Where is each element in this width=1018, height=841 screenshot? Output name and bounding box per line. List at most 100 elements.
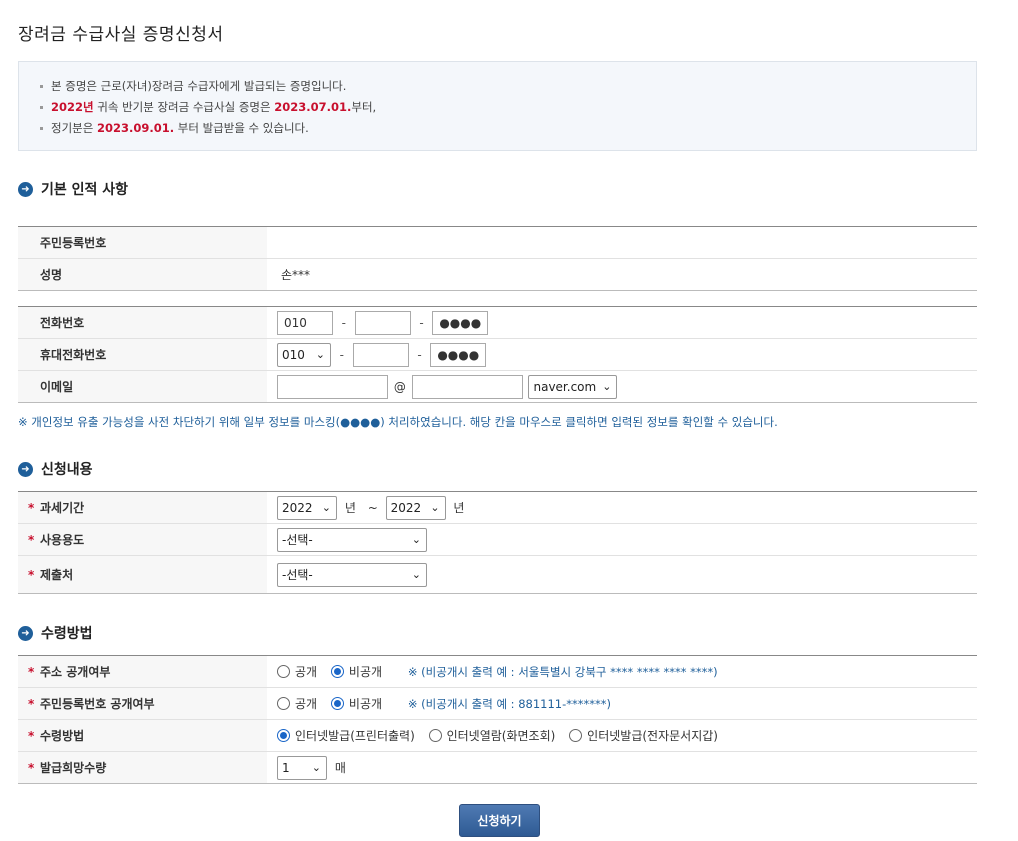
year-unit-label: 년 xyxy=(453,501,465,515)
rrn-private-label: 비공개 xyxy=(348,697,383,711)
address-private-radio[interactable]: 비공개 xyxy=(330,663,383,680)
section-receive-title: ➜ 수령방법 xyxy=(18,623,93,643)
phone-part1-input[interactable] xyxy=(277,310,333,335)
rrn-disclosure-options: 공개 비공개 ※ (비공개시 출력 예 : 881111-*******) xyxy=(267,687,977,720)
quantity-select[interactable]: 1 ⌄ xyxy=(277,755,327,780)
required-mark: * xyxy=(28,761,35,775)
submit-to-field: -선택- ⌄ xyxy=(267,555,977,594)
receive-method-label-cell: * 수령방법 xyxy=(18,719,267,752)
rrn-disclosure-row: * 주민등록번호 공개여부 공개 비공개 ※ (비공개시 출력 예 : 88111… xyxy=(18,687,977,720)
chevron-down-icon: ⌄ xyxy=(602,379,612,393)
address-disclosure-options: 공개 비공개 ※ (비공개시 출력 예 : 서울특별시 강북구 **** ***… xyxy=(267,655,977,688)
notice-year: 2022년 xyxy=(51,100,94,114)
quantity-label: 발급희망수량 xyxy=(40,761,107,775)
period-row: * 과세기간 2022 ⌄ 년 ~ 2022 ⌄ 년 xyxy=(18,491,977,524)
required-mark: * xyxy=(28,665,35,679)
chevron-down-icon: ⌄ xyxy=(430,500,440,514)
receive-method-label: 수령방법 xyxy=(40,729,85,743)
arrow-circle-icon: ➜ xyxy=(18,625,33,641)
quantity-value: 1 xyxy=(282,760,290,775)
year-from-select[interactable]: 2022 ⌄ xyxy=(277,495,337,520)
year-to-value: 2022 xyxy=(390,500,422,515)
name-value: 손*** xyxy=(267,258,977,291)
contact-table: 전화번호 - - 휴대전화번호 010 ⌄ - - 이메일 @ xyxy=(18,306,977,403)
purpose-row: * 사용용도 -선택- ⌄ xyxy=(18,523,977,556)
year-from-value: 2022 xyxy=(282,500,313,515)
dash: - xyxy=(339,347,344,362)
phone-part2-input[interactable] xyxy=(354,310,411,335)
notice-line-3-pre: 정기분은 xyxy=(51,121,97,135)
mobile-part3-input[interactable] xyxy=(430,342,487,367)
submit-to-select-value: -선택- xyxy=(282,567,313,582)
rrn-private-radio[interactable]: 비공개 xyxy=(330,695,383,712)
submit-button[interactable]: 신청하기 xyxy=(459,804,540,837)
submit-to-select[interactable]: -선택- ⌄ xyxy=(277,562,427,587)
year-to-select[interactable]: 2022 ⌄ xyxy=(385,495,446,520)
receive-table: * 주소 공개여부 공개 비공개 ※ (비공개시 출력 예 : 서울특별시 강북구… xyxy=(18,655,977,784)
quantity-field: 1 ⌄ 매 xyxy=(267,751,977,784)
mobile-fields: 010 ⌄ - - xyxy=(267,338,977,371)
notice-line-2-end: 부터, xyxy=(351,100,377,114)
purpose-select[interactable]: -선택- ⌄ xyxy=(277,527,427,552)
section-basic-title: ➜ 기본 인적 사항 xyxy=(18,179,128,199)
period-label: 과세기간 xyxy=(40,501,85,515)
dash: - xyxy=(341,315,346,330)
notice-date-1: 2023.07.01. xyxy=(274,100,352,114)
radio-unchecked-icon xyxy=(428,729,442,742)
dash: - xyxy=(417,347,422,362)
rrn-disclosure-label: 주민등록번호 공개여부 xyxy=(40,697,155,711)
name-label: 성명 xyxy=(18,258,267,291)
page-title: 장려금 수급사실 증명신청서 xyxy=(18,25,224,45)
phone-part3-input[interactable] xyxy=(432,310,489,335)
notice-line-1: 본 증명은 근로(자녀)장려금 수급자에게 발급되는 증명입니다. xyxy=(39,76,956,97)
email-id-input[interactable] xyxy=(277,374,388,399)
rrn-label: 주민등록번호 xyxy=(18,226,267,259)
email-label: 이메일 xyxy=(18,370,267,403)
section-basic-label: 기본 인적 사항 xyxy=(41,182,129,198)
rrn-disclosure-label-cell: * 주민등록번호 공개여부 xyxy=(18,687,267,720)
mobile-part2-input[interactable] xyxy=(352,342,409,367)
receive-method-row: * 수령방법 인터넷발급(프린터출력) 인터넷열람(화면조회) 인터넷발급(전자문… xyxy=(18,719,977,752)
purpose-label-cell: * 사용용도 xyxy=(18,523,267,556)
certificate-application-page: 장려금 수급사실 증명신청서 본 증명은 근로(자녀)장려금 수급자에게 발급되… xyxy=(0,0,1018,841)
chevron-down-icon: ⌄ xyxy=(315,347,325,361)
period-label-cell: * 과세기간 xyxy=(18,491,267,524)
section-apply-label: 신청내용 xyxy=(41,462,93,478)
rrn-private-example: ※ (비공개시 출력 예 : 881111-*******) xyxy=(407,696,611,711)
quantity-unit: 매 xyxy=(334,761,346,775)
address-disclosure-label-cell: * 주소 공개여부 xyxy=(18,655,267,688)
email-domain-input[interactable] xyxy=(411,374,523,399)
submit-to-row: * 제출처 -선택- ⌄ xyxy=(18,555,977,594)
notice-line-3: 정기분은 2023.09.01. 부터 발급받을 수 있습니다. xyxy=(39,118,956,139)
address-private-label: 비공개 xyxy=(348,665,383,679)
basic-info-table: 주민등록번호 성명 손*** xyxy=(18,226,977,291)
section-receive-label: 수령방법 xyxy=(41,626,93,642)
dash: - xyxy=(419,315,424,330)
mobile-prefix-select[interactable]: 010 ⌄ xyxy=(277,342,331,367)
arrow-circle-icon: ➜ xyxy=(18,181,33,197)
year-unit-label: 년 xyxy=(344,501,356,515)
phone-row: 전화번호 - - xyxy=(18,306,977,339)
radio-unchecked-icon xyxy=(277,665,290,678)
notice-line-2: 2022년 귀속 반기분 장려금 수급사실 증명은 2023.07.01.부터, xyxy=(39,97,956,118)
rrn-public-label: 공개 xyxy=(295,697,318,711)
required-mark: * xyxy=(28,533,35,547)
masking-notice: ※ 개인정보 유출 가능성을 사전 차단하기 위해 일부 정보를 마스킹(●●●… xyxy=(18,415,778,429)
rrn-public-radio[interactable]: 공개 xyxy=(277,695,317,712)
radio-unchecked-icon xyxy=(569,729,583,742)
method-view-radio[interactable]: 인터넷열람(화면조회) xyxy=(428,727,555,744)
method-wallet-radio[interactable]: 인터넷발급(전자문서지갑) xyxy=(569,727,718,744)
section-apply-title: ➜ 신청내용 xyxy=(18,459,93,479)
apply-table: * 과세기간 2022 ⌄ 년 ~ 2022 ⌄ 년 * 사용용도 -선택- ⌄ * 제출처… xyxy=(18,491,977,594)
mobile-row: 휴대전화번호 010 ⌄ - - xyxy=(18,338,977,371)
address-public-radio[interactable]: 공개 xyxy=(277,663,317,680)
tilde: ~ xyxy=(367,500,378,515)
notice-line-3-end: 부터 발급받을 수 있습니다. xyxy=(174,121,309,135)
method-print-label: 인터넷발급(프린터출력) xyxy=(295,729,415,743)
email-domain-select[interactable]: naver.com ⌄ xyxy=(528,374,618,399)
address-disclosure-row: * 주소 공개여부 공개 비공개 ※ (비공개시 출력 예 : 서울특별시 강북구… xyxy=(18,655,977,688)
mobile-label: 휴대전화번호 xyxy=(18,338,267,371)
method-print-radio[interactable]: 인터넷발급(프린터출력) xyxy=(277,727,415,744)
name-row: 성명 손*** xyxy=(18,258,977,291)
chevron-down-icon: ⌄ xyxy=(411,532,421,546)
